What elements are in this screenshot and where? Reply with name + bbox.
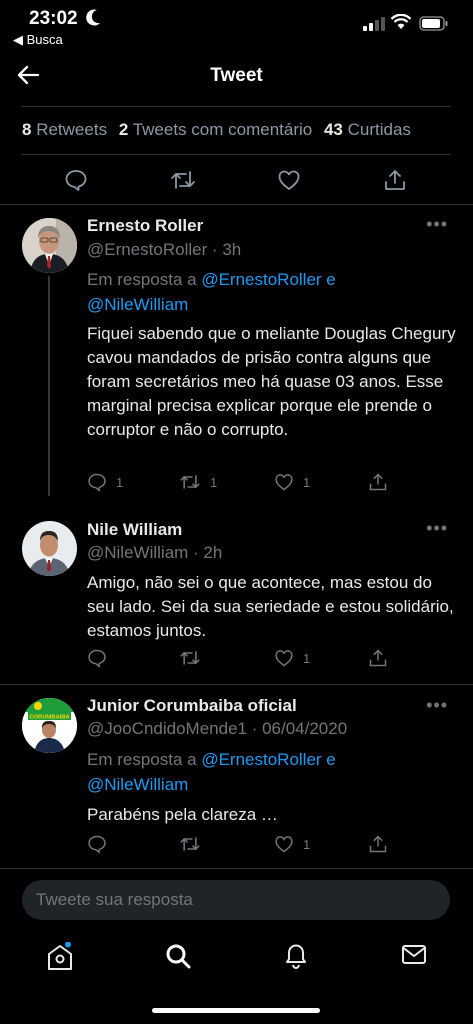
retweet-icon[interactable] <box>170 168 196 192</box>
avatar-logo-text: CORUMBAIBA <box>29 715 70 721</box>
cellular-signal-icon <box>363 17 385 31</box>
retweet-count: 1 <box>210 474 218 490</box>
reply-icon <box>88 835 106 854</box>
retweets-stat[interactable]: 8 Retweets <box>22 120 107 139</box>
share-action[interactable] <box>368 472 388 492</box>
reply-tweet[interactable]: Ernesto Roller @ErnestoRoller · 3h ••• E… <box>0 206 473 506</box>
battery-icon <box>419 16 448 31</box>
reply-tweet[interactable]: Nile William @NileWilliam · 2h ••• Amigo… <box>0 508 473 678</box>
retweet-icon <box>180 651 200 665</box>
like-action[interactable]: 1 <box>274 834 310 854</box>
page-title: Tweet <box>210 65 263 86</box>
reply-icon <box>88 649 106 668</box>
reply-action[interactable] <box>87 648 116 668</box>
retweets-label: Retweets <box>36 120 108 139</box>
mention-link[interactable]: @NileWilliam <box>87 775 188 794</box>
share-icon[interactable] <box>383 168 407 192</box>
reply-prefix: Em resposta a <box>87 750 202 769</box>
tweet-action-row: 1 1 1 <box>87 472 457 494</box>
share-icon <box>369 649 387 667</box>
notifications-icon[interactable] <box>283 942 309 970</box>
reply-input-placeholder[interactable]: Tweete sua resposta <box>36 890 193 910</box>
avatar[interactable] <box>22 218 77 273</box>
wifi-icon <box>391 14 411 29</box>
reply-conjunction: e <box>321 270 336 289</box>
mention-link[interactable]: @NileWilliam <box>87 295 188 314</box>
author-name[interactable]: Junior Corumbaiba oficial <box>87 696 297 716</box>
retweet-icon <box>180 837 200 851</box>
share-icon <box>369 473 387 491</box>
like-icon <box>275 474 293 491</box>
reply-action[interactable]: 1 <box>87 472 123 492</box>
tweet-text: Parabéns pela clareza … <box>87 805 278 824</box>
reply-conjunction: e <box>321 750 336 769</box>
home-icon[interactable] <box>46 942 74 972</box>
reply-icon[interactable] <box>64 168 88 192</box>
likes-count: 43 <box>323 120 343 139</box>
like-icon <box>275 836 293 853</box>
tweet-stats: 8 Retweets 2 Tweets com comentário 43 Cu… <box>22 120 418 140</box>
reply-icon <box>88 473 106 492</box>
divider <box>22 154 450 155</box>
tweet-text: Fiquei sabendo que o meliante Douglas Ch… <box>87 324 456 439</box>
status-bar: 23:02 ◀ Busca <box>0 0 473 50</box>
share-action[interactable] <box>368 648 388 668</box>
reply-count: 1 <box>116 474 124 490</box>
do-not-disturb-icon <box>86 9 100 26</box>
more-options-icon[interactable]: ••• <box>426 518 448 539</box>
divider <box>0 684 473 685</box>
retweet-action[interactable]: 1 <box>179 472 217 492</box>
like-action[interactable]: 1 <box>274 648 310 668</box>
bottom-tab-bar <box>0 934 473 984</box>
reply-composer[interactable]: Tweete sua resposta <box>22 880 450 920</box>
reply-context: Em resposta a @ErnestoRoller e @NileWill… <box>87 747 457 797</box>
share-icon <box>369 835 387 853</box>
like-count: 1 <box>303 836 311 852</box>
likes-label: Curtidas <box>347 120 411 139</box>
top-bar: Tweet <box>0 50 473 102</box>
avatar[interactable]: CORUMBAIBA <box>22 698 77 753</box>
avatar[interactable] <box>22 521 77 576</box>
like-count: 1 <box>303 474 311 490</box>
retweet-action[interactable] <box>179 648 210 668</box>
reply-action[interactable] <box>87 834 116 854</box>
author-handle: @ErnestoRoller · 3h <box>87 240 242 259</box>
author-handle: @JooCndidoMende1 · 06/04/2020 <box>87 719 348 738</box>
like-action[interactable]: 1 <box>274 472 310 492</box>
tweet-text: Amigo, não sei o que acontece, mas estou… <box>87 573 454 640</box>
divider <box>0 868 473 869</box>
divider <box>22 106 450 107</box>
like-icon[interactable] <box>277 168 301 192</box>
messages-icon[interactable] <box>401 942 427 968</box>
mention-link[interactable]: @ErnestoRoller <box>201 750 321 769</box>
reply-context: Em resposta a @ErnestoRoller e @NileWill… <box>87 267 457 317</box>
retweets-count: 8 <box>22 120 32 139</box>
reply-tweet[interactable]: CORUMBAIBA Junior Corumbaiba oficial @Jo… <box>0 686 473 866</box>
divider <box>0 204 473 205</box>
retweet-icon <box>180 475 200 489</box>
mention-link[interactable]: @ErnestoRoller <box>201 270 321 289</box>
back-to-app-link[interactable]: ◀ Busca <box>13 32 63 48</box>
author-handle: @NileWilliam · 2h <box>87 543 223 562</box>
tweet-action-row: 1 <box>87 834 457 856</box>
tweet-action-row: 1 <box>87 648 457 670</box>
search-icon[interactable] <box>164 942 192 970</box>
quotes-stat[interactable]: 2 Tweets com comentário <box>119 120 312 139</box>
author-name[interactable]: Ernesto Roller <box>87 216 203 236</box>
quotes-count: 2 <box>118 120 129 139</box>
like-count: 1 <box>303 650 311 666</box>
share-action[interactable] <box>368 834 388 854</box>
more-options-icon[interactable]: ••• <box>426 695 448 716</box>
author-name[interactable]: Nile William <box>87 520 182 540</box>
quotes-label: Tweets com comentário <box>132 120 313 139</box>
home-indicator <box>152 1008 320 1013</box>
retweet-action[interactable] <box>179 834 210 854</box>
like-icon <box>275 650 293 667</box>
clock: 23:02 <box>29 8 78 29</box>
tweet-actions <box>0 160 473 202</box>
reply-prefix: Em resposta a <box>87 270 202 289</box>
likes-stat[interactable]: 43 Curtidas <box>324 120 411 139</box>
more-options-icon[interactable]: ••• <box>426 214 448 235</box>
